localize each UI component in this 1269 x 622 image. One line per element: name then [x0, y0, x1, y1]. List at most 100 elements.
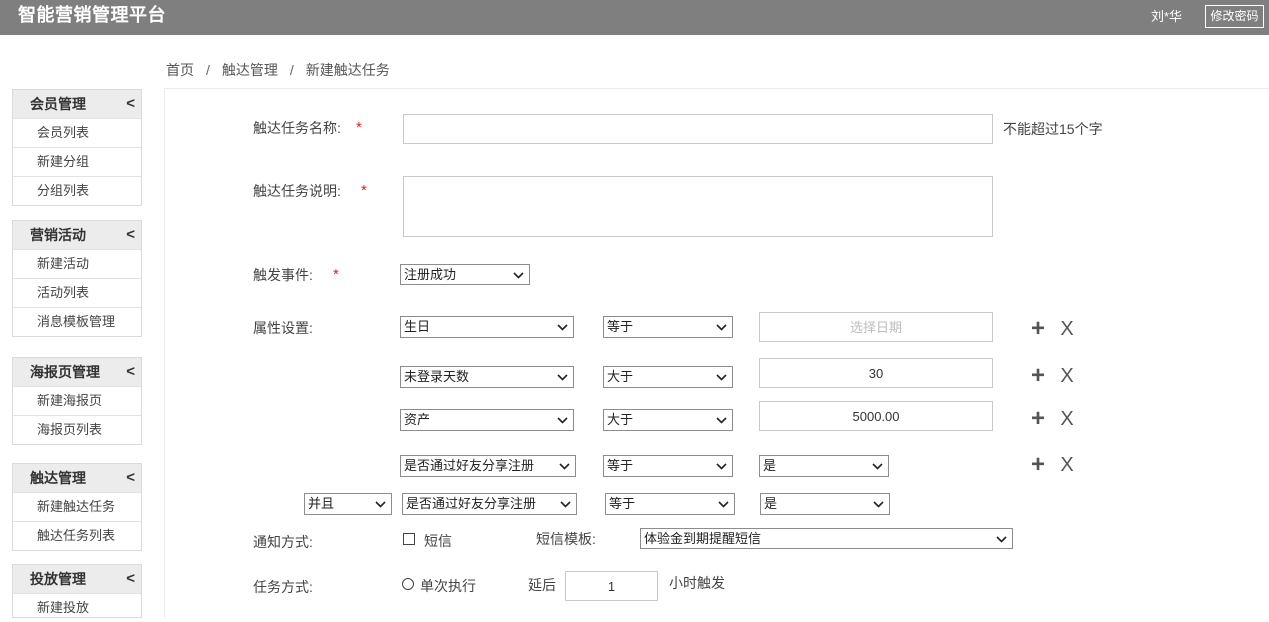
attribute-field-select[interactable]: 资产: [400, 409, 574, 431]
chevron-down-icon: [718, 501, 729, 508]
attribute-value-input[interactable]: [759, 358, 993, 388]
required-mark: *: [361, 182, 367, 199]
sidebar-item-new-placement[interactable]: 新建投放: [13, 593, 141, 617]
attribute-value-input[interactable]: [759, 401, 993, 431]
plus-icon: +: [1030, 315, 1045, 342]
attribute-field-select[interactable]: 生日: [400, 316, 574, 338]
plus-icon: +: [1030, 362, 1045, 389]
remove-condition-button[interactable]: X: [1058, 407, 1076, 431]
date-picker-input[interactable]: [759, 312, 993, 342]
notification-method-label: 通知方式:: [253, 534, 313, 550]
sidebar-group-poster-page-management: 海报页管理 < 新建海报页 海报页列表: [12, 357, 142, 445]
attribute-field-value: 生日: [404, 319, 431, 334]
attribute-operator-select[interactable]: 大于: [603, 366, 733, 388]
attribute-field-value: 未登录天数: [404, 369, 470, 384]
attribute-field-select[interactable]: 是否通过好友分享注册: [402, 493, 577, 515]
sidebar-group-title: 投放管理: [30, 571, 86, 587]
task-description-textarea[interactable]: [403, 176, 993, 237]
attribute-value-select[interactable]: 是: [760, 493, 890, 515]
attribute-operator-select[interactable]: 等于: [605, 493, 735, 515]
sidebar-group-header-reach-management[interactable]: 触达管理 <: [13, 464, 141, 492]
condition-connector-select[interactable]: 并且: [304, 493, 392, 515]
sidebar-item-member-list[interactable]: 会员列表: [13, 118, 141, 147]
attribute-value-select-value: 是: [763, 458, 777, 473]
sms-template-label: 短信模板:: [536, 531, 596, 547]
attribute-operator-value: 等于: [607, 319, 634, 334]
sidebar-group-title: 营销活动: [30, 227, 86, 243]
add-condition-button[interactable]: +: [1029, 317, 1047, 341]
chevron-left-icon[interactable]: <: [126, 221, 135, 249]
breadcrumb-home[interactable]: 首页: [166, 62, 194, 78]
plus-icon: +: [1030, 405, 1045, 432]
sidebar-group-title: 会员管理: [30, 96, 86, 112]
sidebar-item-group-list[interactable]: 分组列表: [13, 176, 141, 205]
trigger-event-label: 触发事件:: [253, 267, 313, 283]
close-icon: X: [1060, 318, 1074, 340]
attribute-field-value: 是否通过好友分享注册: [404, 458, 535, 473]
attribute-operator-select[interactable]: 等于: [603, 455, 733, 477]
sidebar-item-message-template-management[interactable]: 消息模板管理: [13, 307, 141, 336]
single-execution-radio[interactable]: [402, 578, 414, 590]
sidebar-item-reach-task-list[interactable]: 触达任务列表: [13, 521, 141, 550]
sidebar-group-marketing-activity: 营销活动 < 新建活动 活动列表 消息模板管理: [12, 220, 142, 337]
task-name-hint: 不能超过15个字: [1003, 121, 1103, 137]
close-icon: X: [1060, 365, 1074, 387]
chevron-down-icon: [557, 417, 568, 424]
chevron-down-icon: [873, 501, 884, 508]
sidebar-group-header-member-management[interactable]: 会员管理 <: [13, 90, 141, 118]
remove-condition-button[interactable]: X: [1058, 317, 1076, 341]
sidebar-item-new-poster-page[interactable]: 新建海报页: [13, 386, 141, 415]
single-execution-label[interactable]: 单次执行: [420, 576, 476, 596]
attribute-operator-select[interactable]: 等于: [603, 316, 733, 338]
sidebar-group-header-marketing-activity[interactable]: 营销活动 <: [13, 221, 141, 249]
chevron-down-icon: [559, 463, 570, 470]
task-name-input[interactable]: [403, 114, 993, 144]
sms-template-select[interactable]: 体验金到期提醒短信: [640, 528, 1013, 549]
top-header: 智能营销管理平台 刘*华 修改密码: [0, 0, 1269, 35]
chevron-left-icon[interactable]: <: [126, 358, 135, 386]
add-condition-button[interactable]: +: [1029, 364, 1047, 388]
breadcrumb: 首页 / 触达管理 / 新建触达任务: [166, 60, 390, 80]
sidebar-item-poster-page-list[interactable]: 海报页列表: [13, 415, 141, 444]
sidebar-item-new-group[interactable]: 新建分组: [13, 147, 141, 176]
attribute-operator-select[interactable]: 大于: [603, 409, 733, 431]
chevron-down-icon: [996, 536, 1007, 543]
trigger-event-select-value: 注册成功: [404, 267, 457, 282]
attribute-field-select[interactable]: 未登录天数: [400, 366, 574, 388]
sidebar-item-new-activity[interactable]: 新建活动: [13, 249, 141, 278]
remove-condition-button[interactable]: X: [1058, 453, 1076, 477]
add-condition-button[interactable]: +: [1029, 453, 1047, 477]
sms-template-select-value: 体验金到期提醒短信: [644, 531, 762, 546]
chevron-down-icon: [557, 374, 568, 381]
sms-checkbox[interactable]: [403, 533, 415, 545]
sidebar-group-member-management: 会员管理 < 会员列表 新建分组 分组列表: [12, 89, 142, 206]
delay-unit-label: 小时触发: [669, 575, 725, 591]
attribute-field-select[interactable]: 是否通过好友分享注册: [400, 455, 576, 477]
trigger-event-select[interactable]: 注册成功: [400, 264, 530, 285]
sms-checkbox-label[interactable]: 短信: [424, 531, 452, 551]
breadcrumb-reach-management[interactable]: 触达管理: [222, 62, 278, 78]
add-condition-button[interactable]: +: [1029, 407, 1047, 431]
sidebar-group-header-poster-page-management[interactable]: 海报页管理 <: [13, 358, 141, 386]
attribute-value-select[interactable]: 是: [759, 455, 889, 477]
delay-label: 延后: [528, 577, 556, 593]
chevron-left-icon[interactable]: <: [126, 565, 135, 593]
close-icon: X: [1060, 454, 1074, 476]
sidebar-group-title: 海报页管理: [30, 364, 100, 380]
chevron-down-icon: [557, 324, 568, 331]
chevron-down-icon: [560, 501, 571, 508]
chevron-down-icon: [716, 463, 727, 470]
attribute-operator-value: 大于: [607, 412, 634, 427]
chevron-left-icon[interactable]: <: [126, 90, 135, 118]
chevron-down-icon: [872, 463, 883, 470]
remove-condition-button[interactable]: X: [1058, 364, 1076, 388]
app-title: 智能营销管理平台: [18, 5, 166, 25]
change-password-button[interactable]: 修改密码: [1205, 5, 1264, 28]
chevron-left-icon[interactable]: <: [126, 464, 135, 492]
sidebar-item-activity-list[interactable]: 活动列表: [13, 278, 141, 307]
sidebar-group-header-placement-management[interactable]: 投放管理 <: [13, 565, 141, 593]
delay-hours-input[interactable]: [565, 571, 658, 601]
sidebar-item-new-reach-task[interactable]: 新建触达任务: [13, 492, 141, 521]
close-icon: X: [1060, 408, 1074, 430]
breadcrumb-separator: /: [206, 62, 210, 78]
